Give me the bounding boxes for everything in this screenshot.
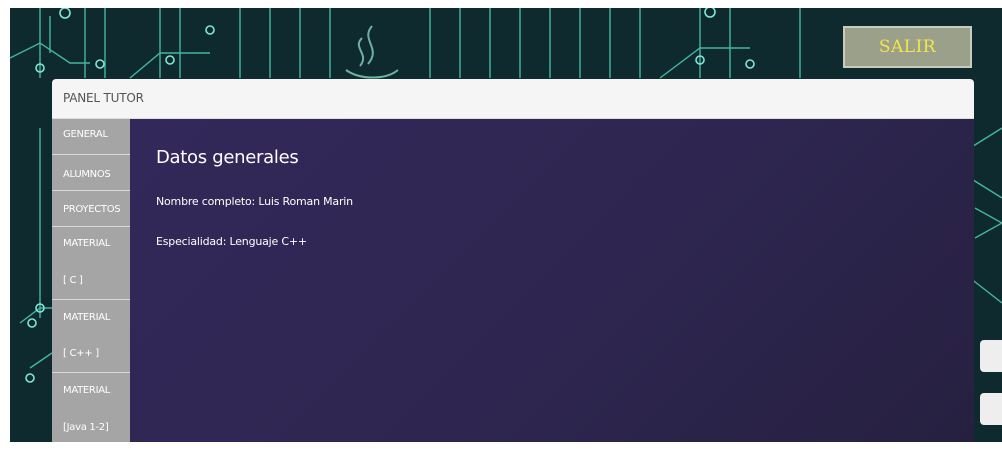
side-menu: GENERAL ALUMNOS PROYECTOS MATERIAL [ C ]… (52, 119, 130, 442)
menu-item-sublabel: [Java 1-2] (63, 422, 109, 433)
menu-item-sublabel: [ C++ ] (63, 348, 99, 359)
logout-button[interactable]: SALIR (843, 26, 972, 68)
menu-item-sublabel: [ C ] (63, 275, 83, 286)
page: SALIR PANEL TUTOR GENERAL ALUMNOS PROYEC… (0, 0, 1002, 460)
menu-item-label: GENERAL (63, 129, 108, 140)
content-title: Datos generales (156, 147, 299, 168)
menu-item-label: PROYECTOS (63, 204, 121, 215)
menu-item-proyectos[interactable]: PROYECTOS (52, 191, 130, 227)
full-name-text: Nombre completo: Luis Roman Marin (156, 195, 353, 208)
content-area: Datos generales Nombre completo: Luis Ro… (130, 119, 974, 442)
menu-item-general[interactable]: GENERAL (52, 119, 130, 155)
menu-item-label: MATERIAL (63, 238, 111, 249)
panel-title: PANEL TUTOR (63, 91, 144, 105)
menu-item-alumnos[interactable]: ALUMNOS (52, 155, 130, 191)
panel-header: PANEL TUTOR (52, 79, 974, 119)
menu-item-label: MATERIAL (63, 312, 111, 323)
menu-item-material-c[interactable]: MATERIAL [ C ] (52, 227, 130, 300)
tutor-panel: PANEL TUTOR GENERAL ALUMNOS PROYECTOS MA… (52, 79, 974, 442)
menu-item-material-cpp[interactable]: MATERIAL [ C++ ] (52, 300, 130, 373)
side-tab-button[interactable] (980, 393, 1002, 425)
side-tab-button[interactable] (980, 340, 1002, 372)
menu-item-label: ALUMNOS (63, 169, 111, 180)
menu-item-label: MATERIAL (63, 385, 111, 396)
specialty-text: Especialidad: Lenguaje C++ (156, 235, 307, 248)
bottom-strip (10, 442, 1002, 460)
menu-item-material-java[interactable]: MATERIAL [Java 1-2] (52, 373, 130, 442)
